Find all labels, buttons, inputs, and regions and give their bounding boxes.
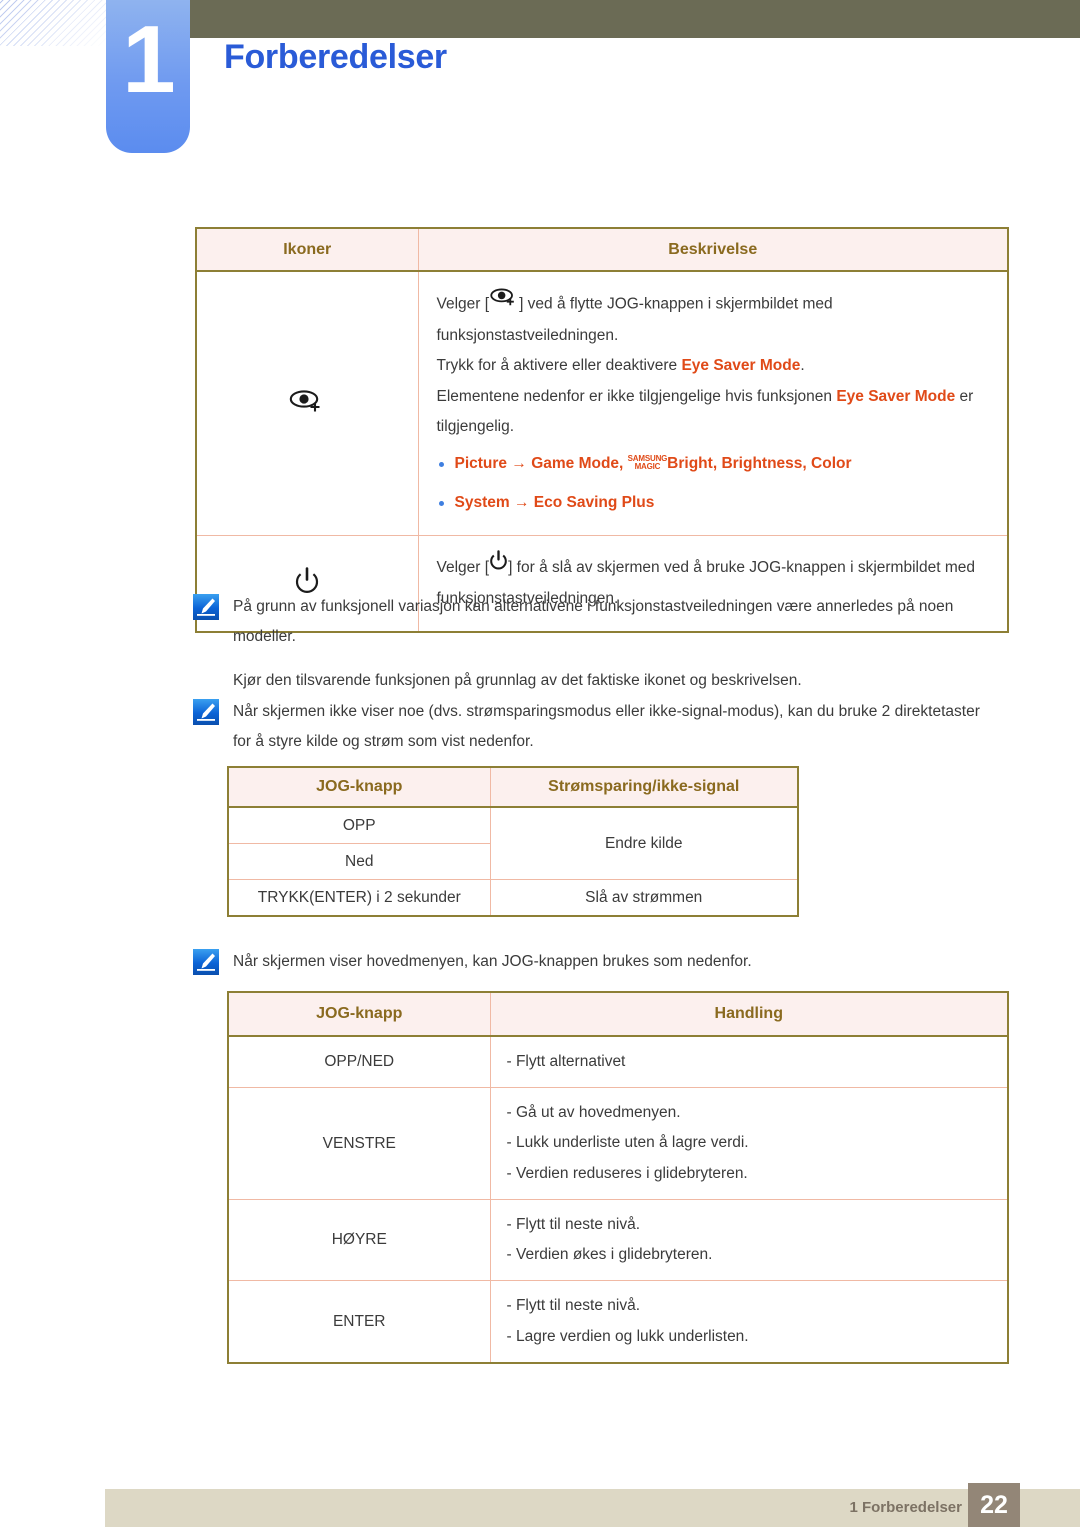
- action-cell-hoyre: - Flytt til neste nivå. - Verdien økes i…: [489, 1198, 1009, 1282]
- menu-bright: Bright: [667, 455, 713, 473]
- table-header-row: Ikoner Beskrivelse: [195, 227, 1009, 272]
- menu-game-mode: Game Mode: [531, 455, 620, 473]
- table-row: ENTER - Flytt til neste nivå. - Lagre ve…: [227, 1280, 1009, 1364]
- menu-brightness: Brightness: [721, 455, 803, 473]
- table-row: OPP Endre kilde: [227, 806, 799, 880]
- desc-text: Velger [: [436, 295, 490, 313]
- action-cell-sla-av: Slå av strømmen: [489, 879, 799, 917]
- menu-eco-saving-plus: Eco Saving Plus: [533, 493, 655, 511]
- note-pencil-icon: [193, 594, 219, 620]
- desc-text: Velger [: [436, 559, 490, 577]
- table-row: OPP/NED - Flytt alternativet: [227, 1035, 1009, 1089]
- table-header-row: JOG-knapp Handling: [227, 991, 1009, 1037]
- action-line: - Lagre verdien og lukk underlisten.: [506, 1327, 749, 1345]
- note-paragraph: Når skjermen ikke viser noe (dvs. strøms…: [233, 703, 980, 751]
- direct-key-table: JOG-knapp Strømsparing/ikke-signal OPP E…: [227, 766, 799, 917]
- key-cell-venstre: VENSTRE: [227, 1087, 491, 1200]
- bullet-system-path: System → Eco Saving Plus: [437, 487, 994, 520]
- note-pencil-icon: [193, 949, 219, 975]
- column-header-jog-knapp: JOG-knapp: [227, 991, 491, 1037]
- action-cell-opp-ned: - Flytt alternativet: [489, 1035, 1009, 1089]
- action-line: - Gå ut av hovedmenyen.: [506, 1104, 681, 1122]
- table-header-row: JOG-knapp Strømsparing/ikke-signal: [227, 766, 799, 808]
- note-text-1: På grunn av funksjonell variasjon kan al…: [233, 592, 1011, 697]
- column-header-strom: Strømsparing/ikke-signal: [489, 766, 799, 808]
- action-line: - Flytt til neste nivå.: [506, 1215, 641, 1233]
- key-cell-enter: ENTER: [227, 1280, 491, 1364]
- footer-page-number: 22: [968, 1483, 1020, 1527]
- chapter-number-tab: 1: [106, 0, 190, 153]
- action-line: - Verdien økes i glidebryteren.: [506, 1246, 713, 1264]
- column-header-beskrivelse: Beskrivelse: [417, 227, 1009, 272]
- action-cell-enter: - Flytt til neste nivå. - Lagre verdien …: [489, 1280, 1009, 1364]
- icons-description-table: Ikoner Beskrivelse Velger [] ved å flytt…: [195, 227, 1009, 633]
- desc-line-3: Elementene nedenfor er ikke tilgjengelig…: [437, 382, 994, 442]
- table-row: Velger [] ved å flytte JOG-knappen i skj…: [195, 270, 1009, 537]
- note-block-2: Når skjermen ikke viser noe (dvs. strøms…: [193, 697, 993, 757]
- menu-system: System: [454, 493, 510, 511]
- header-olive-bar: [189, 0, 1080, 38]
- arrow-icon: →: [511, 455, 527, 473]
- decorative-hatch-pattern: [0, 0, 106, 46]
- desc-line-2: Trykk for å aktivere eller deaktivere Ey…: [437, 351, 994, 381]
- key-cell-trykk-enter: TRYKK(ENTER) i 2 sekunder: [227, 879, 491, 917]
- key-cell-ned: Ned: [227, 843, 491, 880]
- desc-text: Trykk for å aktivere eller deaktivere: [436, 357, 682, 375]
- eye-saver-description-cell: Velger [] ved å flytte JOG-knappen i skj…: [417, 270, 1009, 537]
- menu-picture: Picture: [454, 455, 508, 473]
- action-line: - Flytt alternativet: [506, 1053, 626, 1070]
- menu-action-table: JOG-knapp Handling OPP/NED - Flytt alter…: [227, 991, 1009, 1364]
- key-cell-opp-ned: OPP/NED: [227, 1035, 491, 1089]
- power-inline-icon: [489, 550, 508, 582]
- magic-bottom: MAGIC: [634, 462, 661, 471]
- key-cell-opp: OPP: [227, 806, 491, 844]
- note-paragraph: Kjør den tilsvarende funksjonen på grunn…: [233, 672, 802, 690]
- note-block-1: På grunn av funksjonell variasjon kan al…: [193, 592, 1011, 697]
- action-line: - Verdien reduseres i glidebryteren.: [506, 1164, 748, 1182]
- table-row: TRYKK(ENTER) i 2 sekunder Slå av strømme…: [227, 879, 799, 917]
- note-paragraph: På grunn av funksjonell variasjon kan al…: [233, 598, 954, 646]
- note-pencil-icon: [193, 699, 219, 725]
- eye-plus-icon-cell: [195, 270, 419, 537]
- menu-color: Color: [811, 455, 852, 473]
- note-paragraph: Når skjermen viser hovedmenyen, kan JOG-…: [233, 953, 752, 970]
- action-line: - Flytt til neste nivå.: [506, 1297, 641, 1315]
- note-text-2: Når skjermen ikke viser noe (dvs. strøms…: [233, 697, 993, 757]
- table-row: HØYRE - Flytt til neste nivå. - Verdien …: [227, 1198, 1009, 1282]
- note-block-3: Når skjermen viser hovedmenyen, kan JOG-…: [193, 947, 993, 977]
- desc-text: Elementene nedenfor er ikke tilgjengelig…: [436, 387, 837, 405]
- chapter-number: 1: [122, 6, 175, 113]
- desc-line-1: Velger [] ved å flytte JOG-knappen i skj…: [437, 288, 994, 351]
- page-title: Forberedelser: [224, 38, 447, 76]
- action-cell-venstre: - Gå ut av hovedmenyen. - Lukk underlist…: [489, 1087, 1009, 1200]
- samsung-magic-logo: SAMSUNG MAGIC: [628, 454, 668, 472]
- eye-plus-icon: [289, 390, 325, 419]
- bullet-picture-path: Picture → Game Mode, SAMSUNG MAGIC Bright,…: [437, 448, 994, 481]
- action-cell-endre-kilde: Endre kilde: [489, 806, 799, 880]
- action-line: - Lukk underliste uten å lagre verdi.: [506, 1134, 749, 1152]
- eye-plus-inline-icon: [489, 286, 519, 319]
- footer-chapter-label: 1 Forberedelser: [849, 1499, 962, 1516]
- table-row: VENSTRE - Gå ut av hovedmenyen. - Lukk u…: [227, 1087, 1009, 1200]
- note-text-3: Når skjermen viser hovedmenyen, kan JOG-…: [233, 947, 752, 977]
- desc-text: .: [800, 357, 805, 375]
- eye-saver-mode-term: Eye Saver Mode: [836, 387, 956, 405]
- column-header-jog-knapp: JOG-knapp: [227, 766, 491, 808]
- column-header-ikoner: Ikoner: [195, 227, 419, 272]
- column-header-handling: Handling: [489, 991, 1009, 1037]
- eye-saver-mode-term: Eye Saver Mode: [681, 357, 801, 375]
- arrow-icon: →: [513, 493, 530, 511]
- key-cell-hoyre: HØYRE: [227, 1198, 491, 1282]
